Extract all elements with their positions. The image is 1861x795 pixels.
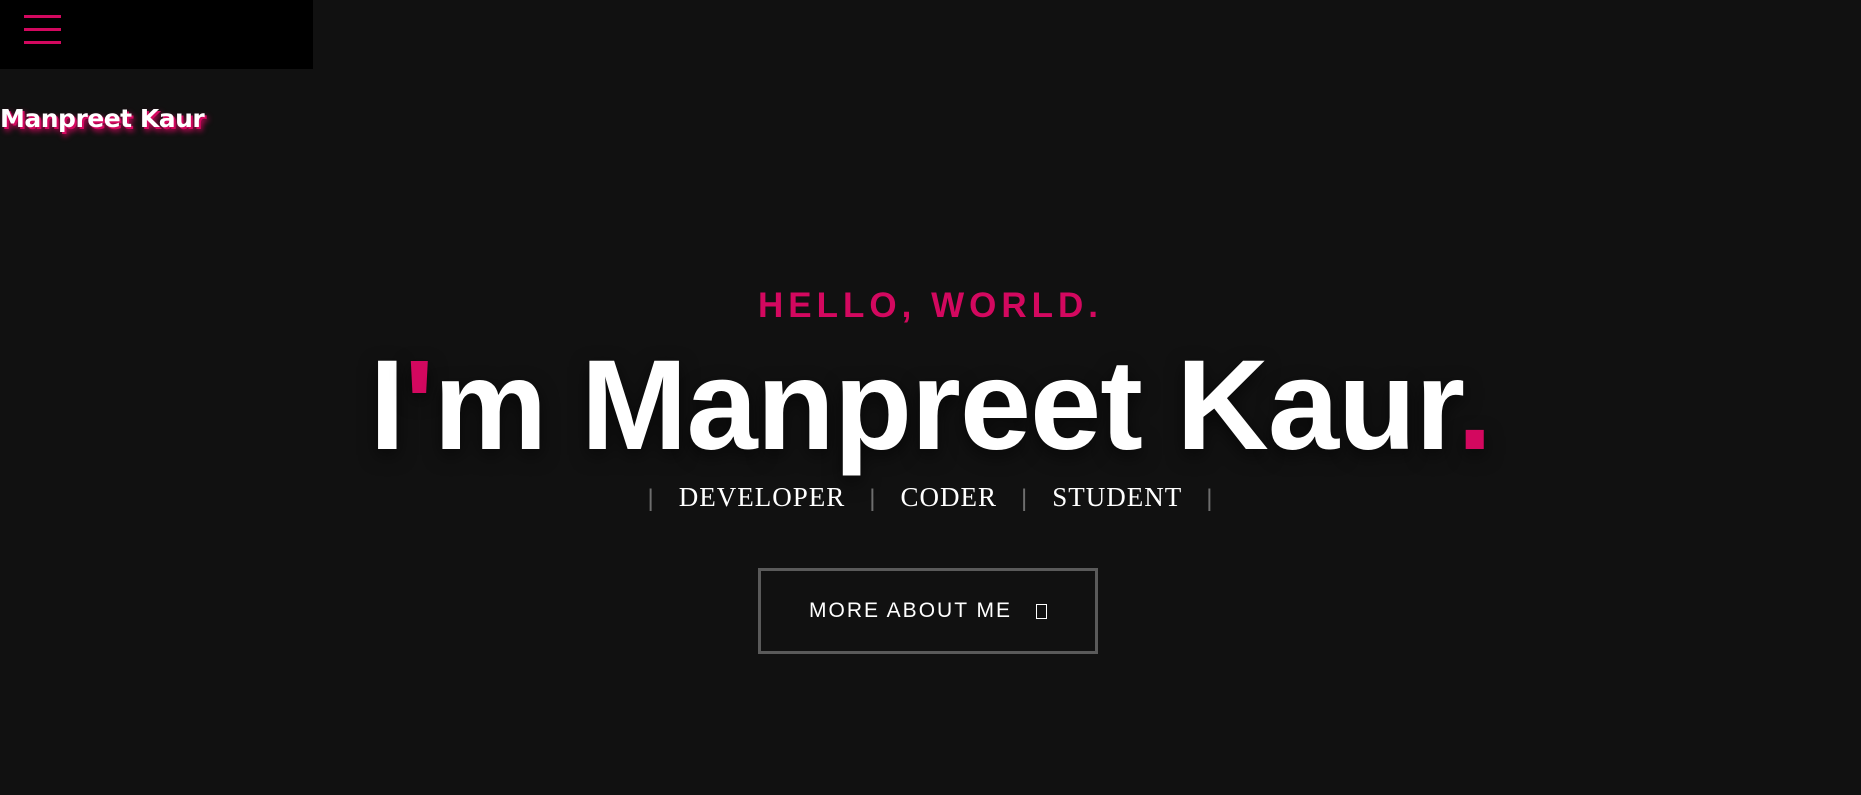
headline-period: . bbox=[1456, 334, 1493, 477]
hero-headline: I'm Manpreet Kaur. bbox=[0, 331, 1861, 481]
headline-text-start: I bbox=[369, 334, 405, 477]
role-separator: | bbox=[869, 485, 877, 512]
page: Manpreet Kaur HELLO, WORLD. I'm Manpreet… bbox=[0, 0, 1861, 795]
role-separator: | bbox=[1021, 485, 1029, 512]
hero-roles: | DEVELOPER | CODER | STUDENT | bbox=[0, 478, 1861, 518]
role-separator: | bbox=[1206, 485, 1214, 512]
more-about-me-label: MORE ABOUT ME bbox=[809, 599, 1012, 622]
hero-section: HELLO, WORLD. I'm Manpreet Kaur. | DEVELO… bbox=[0, 0, 1861, 795]
headline-text-name: m Manpreet Kaur bbox=[433, 334, 1457, 477]
role-item: STUDENT bbox=[1052, 482, 1183, 512]
more-about-me-button[interactable]: MORE ABOUT ME bbox=[758, 568, 1098, 654]
headline-apostrophe: ' bbox=[404, 334, 434, 477]
hero-greeting: HELLO, WORLD. bbox=[758, 286, 1103, 325]
missing-glyph-icon bbox=[1035, 603, 1047, 619]
role-item: DEVELOPER bbox=[678, 482, 846, 512]
role-item: CODER bbox=[900, 482, 997, 512]
role-separator: | bbox=[647, 485, 655, 512]
